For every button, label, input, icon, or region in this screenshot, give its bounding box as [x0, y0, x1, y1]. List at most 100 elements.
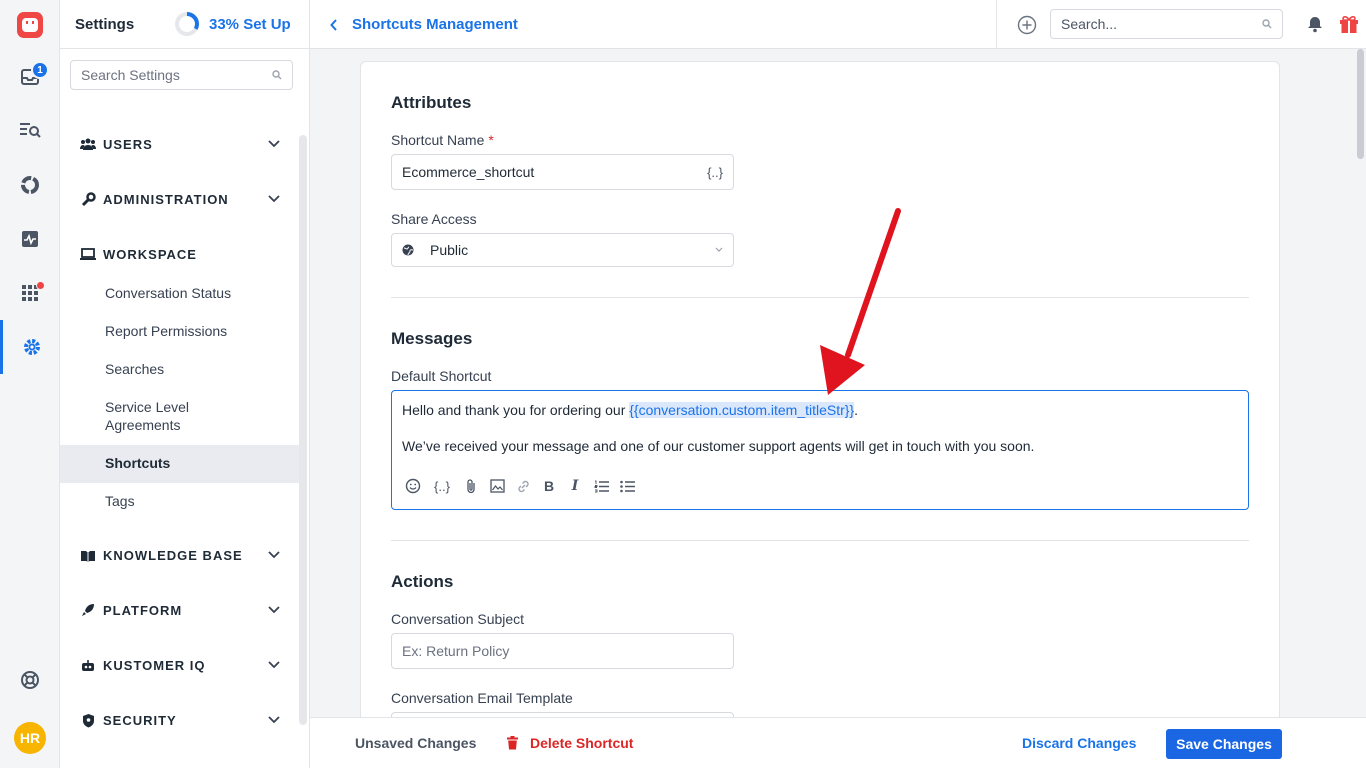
- insert-variable-icon[interactable]: {..}: [707, 165, 723, 180]
- setup-progress-ring[interactable]: [175, 12, 199, 36]
- bold-icon[interactable]: B: [540, 477, 558, 495]
- message-line-2: We’ve received your message and one of o…: [402, 438, 1035, 454]
- section-workspace-label: WORKSPACE: [103, 246, 197, 262]
- settings-search-input[interactable]: Search Settings: [70, 60, 293, 90]
- variable-token[interactable]: {{conversation.custom.item_titleStr}}: [629, 402, 855, 418]
- attributes-heading: Attributes: [391, 93, 472, 112]
- search-list-icon[interactable]: [0, 110, 60, 150]
- sidebar-item-searches[interactable]: Searches: [105, 360, 290, 378]
- sidebar-item-conversation-status[interactable]: Conversation Status: [105, 284, 290, 302]
- sidebar-item-service-level-agreements[interactable]: Service Level Agreements: [105, 398, 225, 434]
- chevron-down-icon: [268, 606, 280, 614]
- chevron-down-icon: [268, 140, 280, 148]
- section-kustomer-iq[interactable]: KUSTOMER IQ: [80, 654, 280, 676]
- page-title: Shortcuts Management: [352, 16, 518, 33]
- laptop-icon: [80, 246, 96, 262]
- section-administration[interactable]: ADMINISTRATION: [80, 188, 280, 210]
- share-access-select[interactable]: Public: [391, 233, 734, 267]
- chevron-down-icon: [268, 195, 280, 203]
- ordered-list-icon[interactable]: [592, 477, 610, 495]
- messages-heading: Messages: [391, 329, 473, 348]
- chevron-down-icon: [268, 716, 280, 724]
- book-icon: [80, 547, 96, 563]
- shortcut-name-label: Shortcut Name *: [391, 132, 494, 148]
- sidebar-scrollbar[interactable]: [299, 135, 307, 725]
- kustomer-logo-icon[interactable]: [0, 5, 60, 45]
- top-bar: Shortcuts Management Search...: [310, 0, 1366, 49]
- link-icon[interactable]: [514, 477, 532, 495]
- delete-shortcut-button[interactable]: Delete Shortcut: [507, 735, 633, 751]
- main-content: Attributes Shortcut Name * Ecommerce_shor…: [310, 49, 1354, 717]
- discard-changes-button[interactable]: Discard Changes: [1022, 735, 1136, 751]
- bullet-list-icon[interactable]: [618, 477, 636, 495]
- insert-variable-toolbar-icon[interactable]: {..}: [430, 477, 454, 495]
- settings-gear-icon[interactable]: [0, 320, 60, 374]
- search-icon: [272, 70, 282, 80]
- wrench-icon: [80, 191, 96, 207]
- users-icon: [80, 136, 96, 152]
- attachment-icon[interactable]: [462, 477, 480, 495]
- section-security-label: SECURITY: [103, 712, 177, 728]
- chevron-down-icon: [715, 247, 723, 252]
- global-search-input[interactable]: Search...: [1050, 9, 1283, 39]
- create-plus-icon[interactable]: [1017, 15, 1037, 35]
- chevron-down-icon: [268, 551, 280, 559]
- default-shortcut-editor[interactable]: Hello and thank you for ordering our {{c…: [391, 390, 1249, 510]
- conversation-subject-label: Conversation Subject: [391, 611, 525, 627]
- inbox-icon[interactable]: 1: [0, 57, 60, 97]
- gift-icon[interactable]: [1338, 13, 1360, 35]
- inbox-badge: 1: [31, 61, 49, 79]
- setup-progress-link[interactable]: 33% Set Up: [209, 16, 291, 33]
- chevron-down-icon: [268, 661, 280, 669]
- apps-grid-icon[interactable]: [0, 273, 60, 313]
- divider: [391, 540, 1249, 541]
- main-scrollbar-thumb[interactable]: [1357, 49, 1364, 159]
- shortcut-name-label-text: Shortcut Name: [391, 132, 485, 148]
- emoji-icon[interactable]: [404, 477, 422, 495]
- global-search-placeholder: Search...: [1061, 16, 1118, 32]
- conversation-subject-input[interactable]: Ex: Return Policy: [391, 633, 734, 669]
- sidebar-item-shortcuts[interactable]: Shortcuts: [105, 454, 290, 472]
- section-workspace[interactable]: WORKSPACE: [80, 243, 280, 265]
- section-kustomer-iq-label: KUSTOMER IQ: [103, 657, 206, 673]
- section-users[interactable]: USERS: [80, 133, 280, 155]
- italic-icon[interactable]: I: [566, 477, 584, 495]
- save-changes-button[interactable]: Save Changes: [1166, 729, 1282, 759]
- section-users-label: USERS: [103, 136, 153, 152]
- header-divider: [996, 0, 997, 49]
- help-lifebuoy-icon[interactable]: [0, 660, 60, 700]
- settings-search-placeholder: Search Settings: [81, 67, 180, 83]
- share-access-label: Share Access: [391, 211, 477, 227]
- main-scrollbar[interactable]: [1354, 49, 1366, 717]
- icon-rail: 1 HR: [0, 0, 60, 768]
- shortcut-name-value: Ecommerce_shortcut: [402, 164, 535, 180]
- reports-donut-icon[interactable]: [0, 165, 60, 205]
- shield-icon: [80, 712, 96, 728]
- sidebar-title: Settings: [75, 15, 135, 33]
- section-knowledge-base-label: KNOWLEDGE BASE: [103, 547, 243, 563]
- section-platform[interactable]: PLATFORM: [80, 599, 280, 621]
- section-knowledge-base[interactable]: KNOWLEDGE BASE: [80, 544, 280, 566]
- required-mark: *: [488, 132, 494, 148]
- default-shortcut-label: Default Shortcut: [391, 368, 492, 384]
- activity-icon[interactable]: [0, 219, 60, 259]
- user-avatar[interactable]: HR: [0, 718, 60, 758]
- message-text: Hello and thank you for ordering our: [402, 402, 630, 418]
- conversation-email-template-label: Conversation Email Template: [391, 690, 573, 706]
- conversation-subject-placeholder: Ex: Return Policy: [402, 643, 510, 659]
- sidebar-item-report-permissions[interactable]: Report Permissions: [105, 322, 290, 340]
- trash-icon: [507, 736, 518, 750]
- breadcrumb[interactable]: Shortcuts Management: [330, 0, 518, 49]
- editor-toolbar: {..} B I: [404, 477, 636, 495]
- footer-bar: Unsaved Changes Delete Shortcut Discard …: [310, 717, 1366, 768]
- section-security[interactable]: SECURITY: [80, 709, 280, 731]
- image-icon[interactable]: [488, 477, 506, 495]
- chevron-left-icon[interactable]: [330, 18, 338, 31]
- notification-dot: [36, 281, 45, 290]
- section-platform-label: PLATFORM: [103, 602, 183, 618]
- settings-sidebar: Settings 33% Set Up Search Settings USER…: [60, 0, 310, 768]
- divider: [391, 297, 1249, 298]
- shortcut-name-input[interactable]: Ecommerce_shortcut {..}: [391, 154, 734, 190]
- bell-icon[interactable]: [1306, 15, 1324, 33]
- sidebar-item-tags[interactable]: Tags: [105, 492, 290, 510]
